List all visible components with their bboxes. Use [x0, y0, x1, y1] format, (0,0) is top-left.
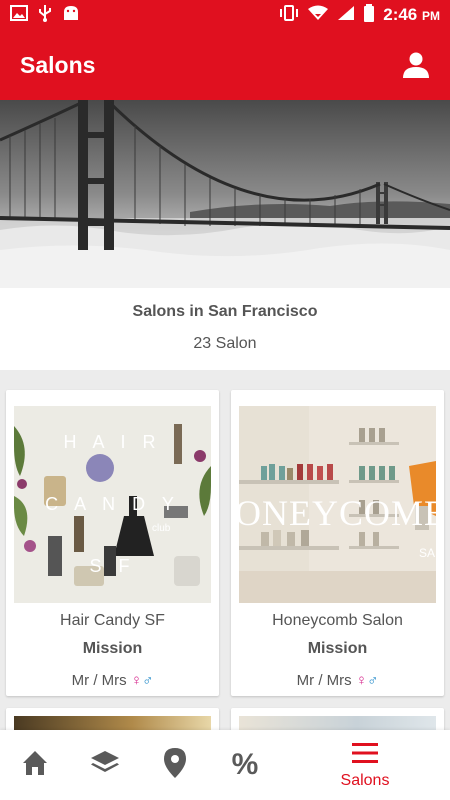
salon-grid: H A I R C A N D Y S F club Hair Candy SF… [0, 382, 450, 732]
usb-icon [38, 4, 52, 27]
female-icon: ♀ [130, 672, 143, 689]
city-title: Salons in San Francisco [132, 303, 318, 320]
female-icon: ♀ [355, 672, 368, 689]
salon-card[interactable] [231, 708, 444, 732]
city-info-card: Salons in San Francisco 23 Salon [0, 288, 450, 370]
photo-text-club: club [152, 523, 171, 534]
nav-location[interactable] [140, 730, 210, 800]
bottom-nav: % Salons [0, 730, 450, 800]
nav-salons[interactable]: Salons [322, 730, 408, 800]
android-icon [62, 4, 80, 27]
page-title: Salons [20, 51, 96, 78]
male-icon: ♂ [142, 672, 154, 689]
gender-label: Mr / Mrs [71, 672, 127, 689]
salon-card[interactable]: H A I R C A N D Y S F club Hair Candy SF… [6, 390, 219, 696]
signal-icon [337, 5, 355, 26]
status-bar: 2:46 PM [0, 0, 450, 30]
percent-icon: % [231, 748, 259, 781]
salon-area: Mission [307, 640, 368, 657]
photo-text-sf: S F [89, 556, 136, 576]
salon-photo: ONEYCOMB SA [239, 406, 436, 603]
app-bar: Salons [0, 30, 450, 100]
city-hero-image [0, 100, 450, 288]
nav-salons-label: Salons [340, 771, 390, 789]
salon-photo: H A I R C A N D Y S F club [14, 406, 211, 603]
photo-text-candy: C A N D Y [45, 494, 180, 514]
salon-gender: Mr / Mrs ♀♂ [231, 672, 444, 689]
salon-gender: Mr / Mrs ♀♂ [6, 672, 219, 689]
salon-card[interactable] [6, 708, 219, 732]
salon-count: 23 Salon [193, 335, 257, 352]
vibrate-icon [279, 4, 299, 26]
photo-text-honeycomb: ONEYCOMB [239, 493, 436, 533]
home-icon [20, 748, 50, 783]
photo-text-sa: SA [419, 546, 436, 560]
battery-icon [363, 3, 375, 27]
salon-area: Mission [82, 640, 143, 657]
clock-time: 2:46 PM [383, 5, 440, 24]
salon-name: Honeycomb Salon [272, 612, 403, 629]
salon-name: Hair Candy SF [60, 612, 165, 629]
photo-text-hair: H A I R [63, 432, 162, 452]
person-icon[interactable] [400, 49, 432, 81]
menu-icon [350, 741, 380, 770]
layers-icon [89, 748, 121, 783]
nav-offers[interactable]: % [210, 730, 280, 800]
wifi-icon [307, 5, 329, 26]
nav-home[interactable] [0, 730, 70, 800]
salon-card[interactable]: ONEYCOMB SA Honeycomb Salon Mission Mr /… [231, 390, 444, 696]
male-icon: ♂ [367, 672, 379, 689]
gender-label: Mr / Mrs [296, 672, 352, 689]
nav-layers[interactable] [70, 730, 140, 800]
location-pin-icon [162, 747, 188, 784]
image-icon [10, 4, 28, 26]
